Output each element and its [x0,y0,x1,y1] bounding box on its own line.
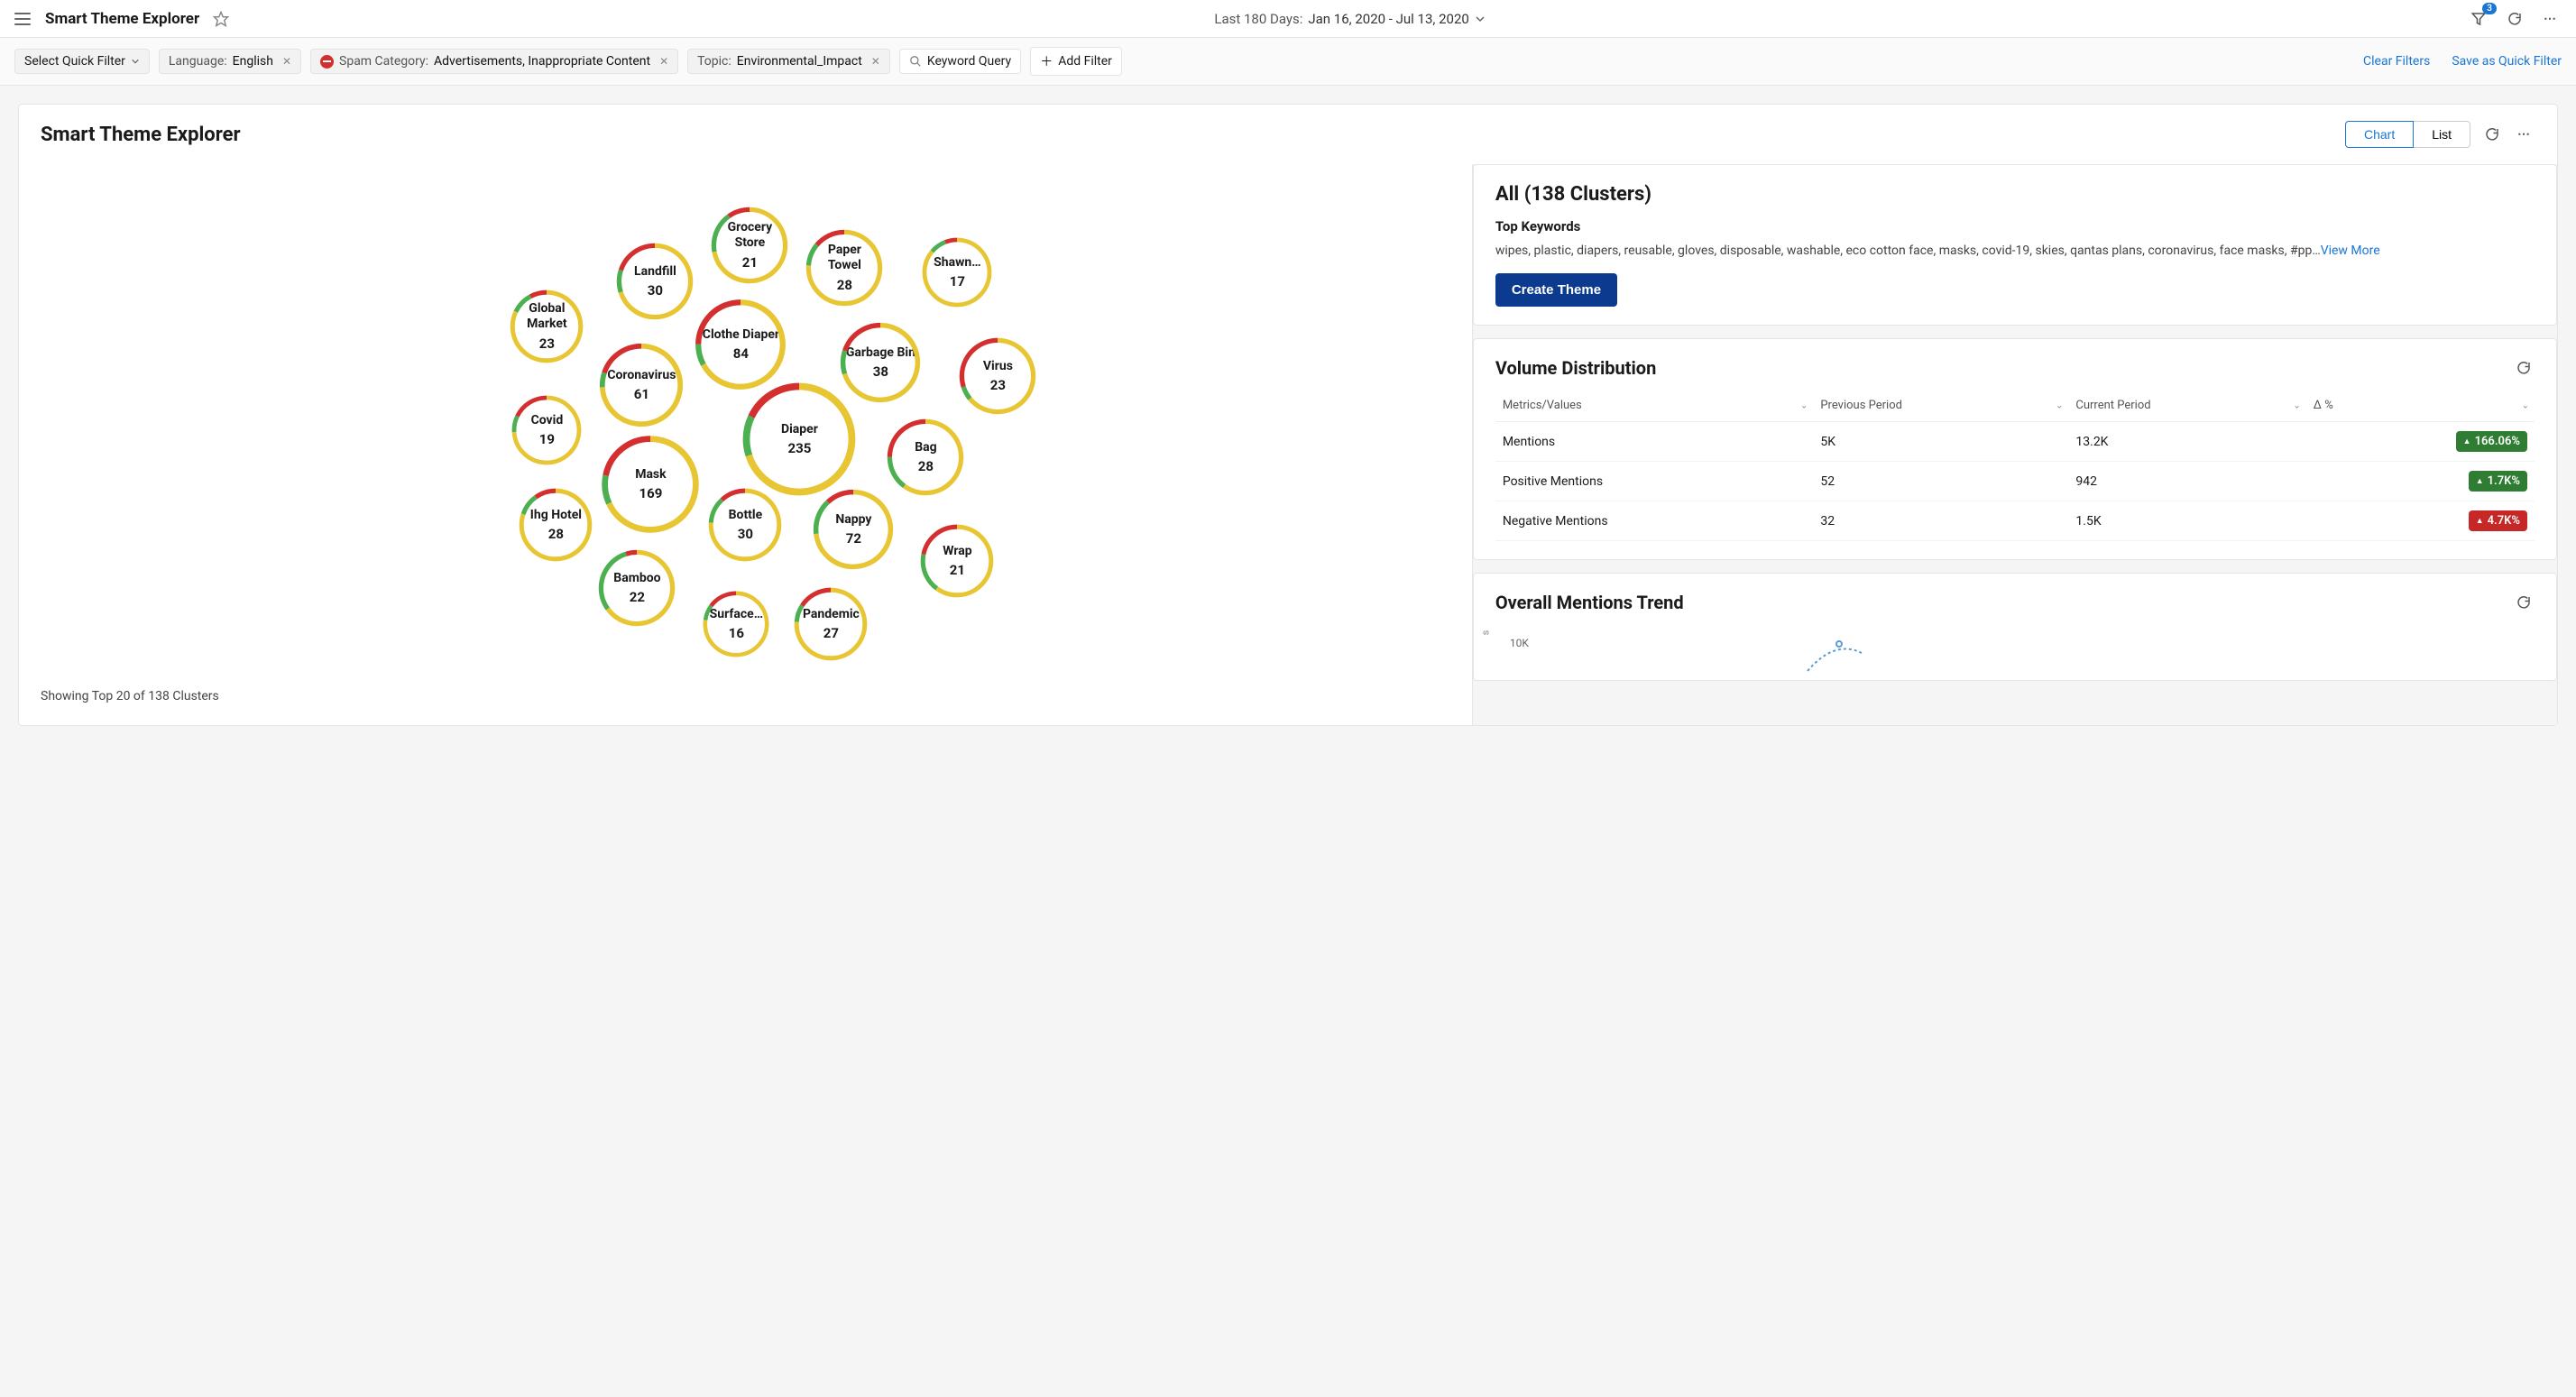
cluster-bubble[interactable]: Virus 23 [958,336,1037,416]
filter-bar: Select Quick Filter Language: English ✕ … [0,38,2576,86]
keyword-placeholder: Keyword Query [927,54,1011,69]
cluster-bubble[interactable]: Garbage Bin 38 [839,321,922,404]
save-quick-filter-link[interactable]: Save as Quick Filter [2452,54,2562,69]
cluster-bubble[interactable]: Bottle 30 [707,487,783,563]
cluster-bubble[interactable]: Covid 19 [511,394,583,466]
filter-language[interactable]: Language: English ✕ [159,49,301,74]
col-delta[interactable]: Δ %⌄ [2306,390,2535,422]
quick-filter-select[interactable]: Select Quick Filter [14,49,150,74]
metric-name: Negative Mentions [1495,501,1814,541]
page-title: Smart Theme Explorer [45,10,199,28]
cluster-bubble[interactable]: Mask 169 [600,434,701,535]
delta-badge: ▲166.06% [2456,431,2527,452]
cluster-bubble[interactable]: Wrap 21 [919,523,995,599]
star-icon[interactable] [210,8,232,30]
filter-topic[interactable]: Topic: Environmental_Impact ✕ [687,49,890,74]
table-row: Positive Mentions 52 942 ▲1.7K% [1495,462,2535,501]
filter-prefix: Spam Category: [339,54,428,69]
trend-sparkline [1537,635,1898,680]
cluster-bubble-chart[interactable]: Diaper 235 Mask 169 Clothe Diaper 84 Nap… [402,173,1088,678]
cluster-bubble[interactable]: Nappy 72 [812,488,895,571]
close-icon[interactable]: ✕ [659,55,668,68]
overall-mentions-trend-title: Overall Mentions Trend [1495,592,1684,613]
delta-badge: ▲1.7K% [2469,471,2527,492]
filter-badge: 3 [2482,3,2497,14]
refresh-icon[interactable] [2513,357,2535,379]
filter-funnel-icon[interactable]: 3 [2468,8,2489,30]
keywords-list: wipes, plastic, diapers, reusable, glove… [1495,244,2321,258]
date-range-value: Jan 16, 2020 - Jul 13, 2020 [1308,11,1468,27]
quick-filter-label: Select Quick Filter [24,54,125,69]
filter-value: Environmental_Impact [737,54,862,69]
menu-icon[interactable] [14,13,31,25]
cluster-bubble[interactable]: Coronavirus 61 [598,342,685,428]
cluster-bubble[interactable]: Bamboo 22 [597,548,676,628]
y-axis-label: s [1479,630,1491,636]
table-row: Mentions 5K 13.2K ▲166.06% [1495,422,2535,462]
chevron-down-icon [131,57,140,66]
curr-value: 13.2K [2068,422,2305,462]
cluster-bubble[interactable]: Paper Towel 28 [805,228,884,308]
table-row: Negative Mentions 32 1.5K ▲4.7K% [1495,501,2535,541]
volume-distribution-table: Metrics/Values⌄ Previous Period⌄ Current… [1495,390,2535,541]
cluster-bubble[interactable]: Ihg Hotel 28 [518,487,593,563]
cluster-bubble[interactable]: Surface… 16 [702,590,770,658]
add-filter-button[interactable]: ＋ Add Filter [1030,47,1122,76]
view-more-link[interactable]: View More [2321,244,2380,258]
plus-icon: ＋ [1040,52,1053,70]
close-icon[interactable]: ✕ [282,55,291,68]
clear-filters-link[interactable]: Clear Filters [2363,54,2430,69]
curr-value: 1.5K [2068,501,2305,541]
cluster-bubble[interactable]: Grocery Store 21 [710,206,789,285]
all-clusters-title: All (138 Clusters) [1495,183,2535,206]
add-filter-label: Add Filter [1058,54,1112,69]
more-icon[interactable]: ⋯ [2514,124,2535,145]
col-metrics[interactable]: Metrics/Values⌄ [1495,390,1814,422]
filter-prefix: Topic: [697,54,731,69]
cluster-bubble[interactable]: Landfill 30 [615,242,695,321]
view-toggle: Chart List [2345,121,2470,148]
chart-footnote: Showing Top 20 of 138 Clusters [41,689,1450,703]
cluster-bubble[interactable]: Bag 28 [886,418,965,497]
more-icon[interactable]: ⋯ [2540,8,2562,30]
cluster-bubble[interactable]: Pandemic 27 [793,586,869,662]
filter-value: English [233,54,273,69]
top-keywords-label: Top Keywords [1495,218,2535,234]
section-title: Smart Theme Explorer [41,124,241,146]
refresh-icon[interactable] [2481,124,2503,145]
prev-value: 52 [1813,462,2068,501]
filter-value: Advertisements, Inappropriate Content [434,54,650,69]
create-theme-button[interactable]: Create Theme [1495,273,1617,307]
curr-value: 942 [2068,462,2305,501]
metric-name: Positive Mentions [1495,462,1814,501]
refresh-icon[interactable] [2513,592,2535,613]
y-tick: 10K [1510,637,1529,649]
cluster-bubble[interactable]: Global Market 23 [509,289,584,364]
view-list-button[interactable]: List [2414,121,2470,148]
close-icon[interactable]: ✕ [871,55,880,68]
prev-value: 5K [1813,422,2068,462]
delta-badge: ▲4.7K% [2469,510,2527,531]
metric-name: Mentions [1495,422,1814,462]
filter-spam-category[interactable]: Spam Category: Advertisements, Inappropr… [310,49,678,74]
date-range-label: Last 180 Days: [1214,11,1302,27]
filter-prefix: Language: [169,54,227,69]
keyword-query-input[interactable]: Keyword Query [899,49,1021,74]
date-range-selector[interactable]: Last 180 Days: Jan 16, 2020 - Jul 13, 20… [1214,11,1485,27]
search-icon [909,55,922,68]
col-curr[interactable]: Current Period⌄ [2068,390,2305,422]
keywords-text: wipes, plastic, diapers, reusable, glove… [1495,242,2535,261]
col-prev[interactable]: Previous Period⌄ [1813,390,2068,422]
volume-distribution-title: Volume Distribution [1495,357,1656,379]
cluster-bubble[interactable]: Shawn… 17 [921,236,993,308]
cluster-bubble[interactable]: Clothe Diaper 84 [694,298,787,391]
refresh-icon[interactable] [2504,8,2525,30]
chevron-down-icon [1475,14,1486,24]
prev-value: 32 [1813,501,2068,541]
exclude-icon [320,55,334,69]
view-chart-button[interactable]: Chart [2345,121,2414,148]
